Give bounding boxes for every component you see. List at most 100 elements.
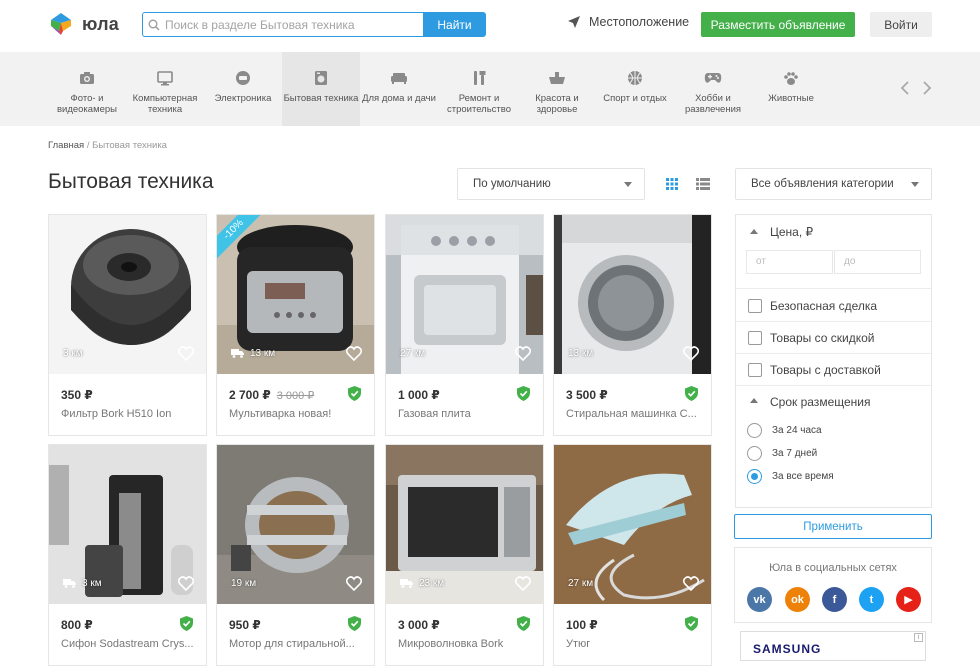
location-arrow-icon [568,16,580,28]
price-from-placeholder: от [756,256,766,267]
category-electronics[interactable]: Электроника [204,52,282,126]
favorite-heart-icon[interactable] [515,346,531,361]
checkbox-safe-deal[interactable]: Безопасная сделка [736,290,931,322]
chevron-right-icon[interactable] [922,80,932,96]
favorite-heart-icon[interactable] [683,346,699,361]
favorite-heart-icon[interactable] [178,576,194,591]
category-label: Животные [768,93,814,104]
favorite-heart-icon[interactable] [683,576,699,591]
listing-title[interactable]: Утюг [566,638,706,650]
favorite-heart-icon[interactable] [515,576,531,591]
period-filter-label[interactable]: Срок размещения [770,395,870,409]
category-beauty[interactable]: Красота и здоровье [520,52,594,126]
facebook-icon[interactable]: f [822,587,847,612]
distance-label: 23 км [419,578,445,589]
category-computers[interactable]: Компьютерная техника [126,52,204,126]
price-value: 950 ₽ [229,618,261,632]
listing-price: 950 ₽ [229,618,261,632]
listing-card[interactable]: 23 км 3 000 ₽ Микроволновка Bork [385,444,544,666]
listing-title[interactable]: Фильтр Bork H510 Ion [61,408,201,420]
social-title: Юла в социальных сетях [769,562,897,574]
verified-shield-icon [685,386,698,401]
login-button[interactable]: Войти [870,12,932,37]
odnoklassniki-icon[interactable]: ok [785,587,810,612]
listing-title[interactable]: Микроволновка Bork [398,638,538,650]
location-link[interactable]: Местоположение [567,15,689,29]
listing-card[interactable]: -10% 13 км 2 700 ₽3 000 ₽ Мультиварка но… [216,214,375,436]
radio-7d[interactable] [747,446,762,461]
electronics-icon [235,68,251,88]
category-filter-select[interactable]: Все объявления категории [735,168,932,200]
logo-text: юла [82,13,119,34]
verified-shield-icon [517,616,530,631]
search-button[interactable]: Найти [423,12,486,37]
post-ad-button[interactable]: Разместить объявление [701,12,855,37]
category-label: Ремонт и строительство [446,93,511,115]
listing-title[interactable]: Газовая плита [398,408,538,420]
beauty-icon [548,68,566,88]
favorite-heart-icon[interactable] [346,576,362,591]
social-block: Юла в социальных сетях vk ok f t ▶ [734,547,932,623]
listing-title[interactable]: Мотор для стиральной... [229,638,369,650]
ad-info-icon[interactable]: i [914,633,923,642]
youtube-icon[interactable]: ▶ [896,587,921,612]
checkbox-delivery[interactable]: Товары с доставкой [736,354,931,386]
category-label: Спорт и отдых [603,93,667,104]
price-to-input[interactable]: до [834,250,921,274]
distance-label: 13 км [250,348,276,359]
category-label: Фото- и видеокамеры [56,93,118,115]
verified-shield-icon [517,386,530,401]
advertisement-banner[interactable]: SAMSUNG i [740,631,926,661]
listing-card[interactable]: 13 км 3 500 ₽ Стиральная машинка С... [553,214,712,436]
price-filter-label[interactable]: Цена, ₽ [770,225,813,239]
listing-title[interactable]: Сифон Sodastream Crys... [61,638,201,650]
category-repair[interactable]: Ремонт и строительство [438,52,520,126]
paw-icon [783,68,799,88]
camera-icon [79,68,95,88]
distance-badge: 3 км [63,348,83,359]
grid-view-icon[interactable] [665,177,679,196]
search-box [142,12,424,37]
vk-icon[interactable]: vk [747,587,772,612]
checkbox-discount[interactable]: Товары со скидкой [736,322,931,354]
listing-title[interactable]: Стиральная машинка С... [566,408,706,420]
checkbox[interactable] [748,299,762,313]
distance-badge: 27 км [568,578,593,589]
category-home[interactable]: Для дома и дачи [360,52,438,126]
checkbox-label: Товары со скидкой [770,331,875,345]
listing-price: 800 ₽ [61,618,93,632]
listing-card[interactable]: 3 км 350 ₽ Фильтр Bork H510 Ion [48,214,207,436]
listing-card[interactable]: 3 км 800 ₽ Сифон Sodastream Crys... [48,444,207,666]
listing-card[interactable]: 27 км 1 000 ₽ Газовая плита [385,214,544,436]
breadcrumb-home[interactable]: Главная [48,140,84,151]
sort-select[interactable]: По умолчанию [457,168,645,200]
listing-card[interactable]: 27 км 100 ₽ Утюг [553,444,712,666]
logo[interactable]: юла [48,11,119,37]
listing-card[interactable]: 19 км 950 ₽ Мотор для стиральной... [216,444,375,666]
checkbox[interactable] [748,363,762,377]
chevron-left-icon[interactable] [900,80,910,96]
price-to-placeholder: до [844,256,856,267]
category-hobby[interactable]: Хобби и развлечения [676,52,750,126]
price-from-input[interactable]: от [746,250,833,274]
apply-filters-button[interactable]: Применить [734,514,932,539]
radio-all-time[interactable] [747,469,762,484]
checkbox[interactable] [748,331,762,345]
favorite-heart-icon[interactable] [346,346,362,361]
list-view-icon[interactable] [695,177,711,196]
radio-24h[interactable] [747,423,762,438]
distance-badge: 19 км [231,578,256,589]
search-input[interactable] [165,17,415,32]
collapse-arrow-icon[interactable] [750,229,758,234]
twitter-icon[interactable]: t [859,587,884,612]
collapse-arrow-icon[interactable] [750,398,758,403]
category-sport[interactable]: Спорт и отдых [594,52,676,126]
listing-title[interactable]: Мультиварка новая! [229,408,369,420]
category-animals[interactable]: Животные [750,52,832,126]
category-appliances[interactable]: Бытовая техника [282,52,360,126]
distance-label: 19 км [231,578,257,589]
listing-price: 2 700 ₽ 3 000 ₽ [229,388,314,402]
category-photo[interactable]: Фото- и видеокамеры [48,52,126,126]
favorite-heart-icon[interactable] [178,346,194,361]
location-label: Местоположение [589,15,690,29]
